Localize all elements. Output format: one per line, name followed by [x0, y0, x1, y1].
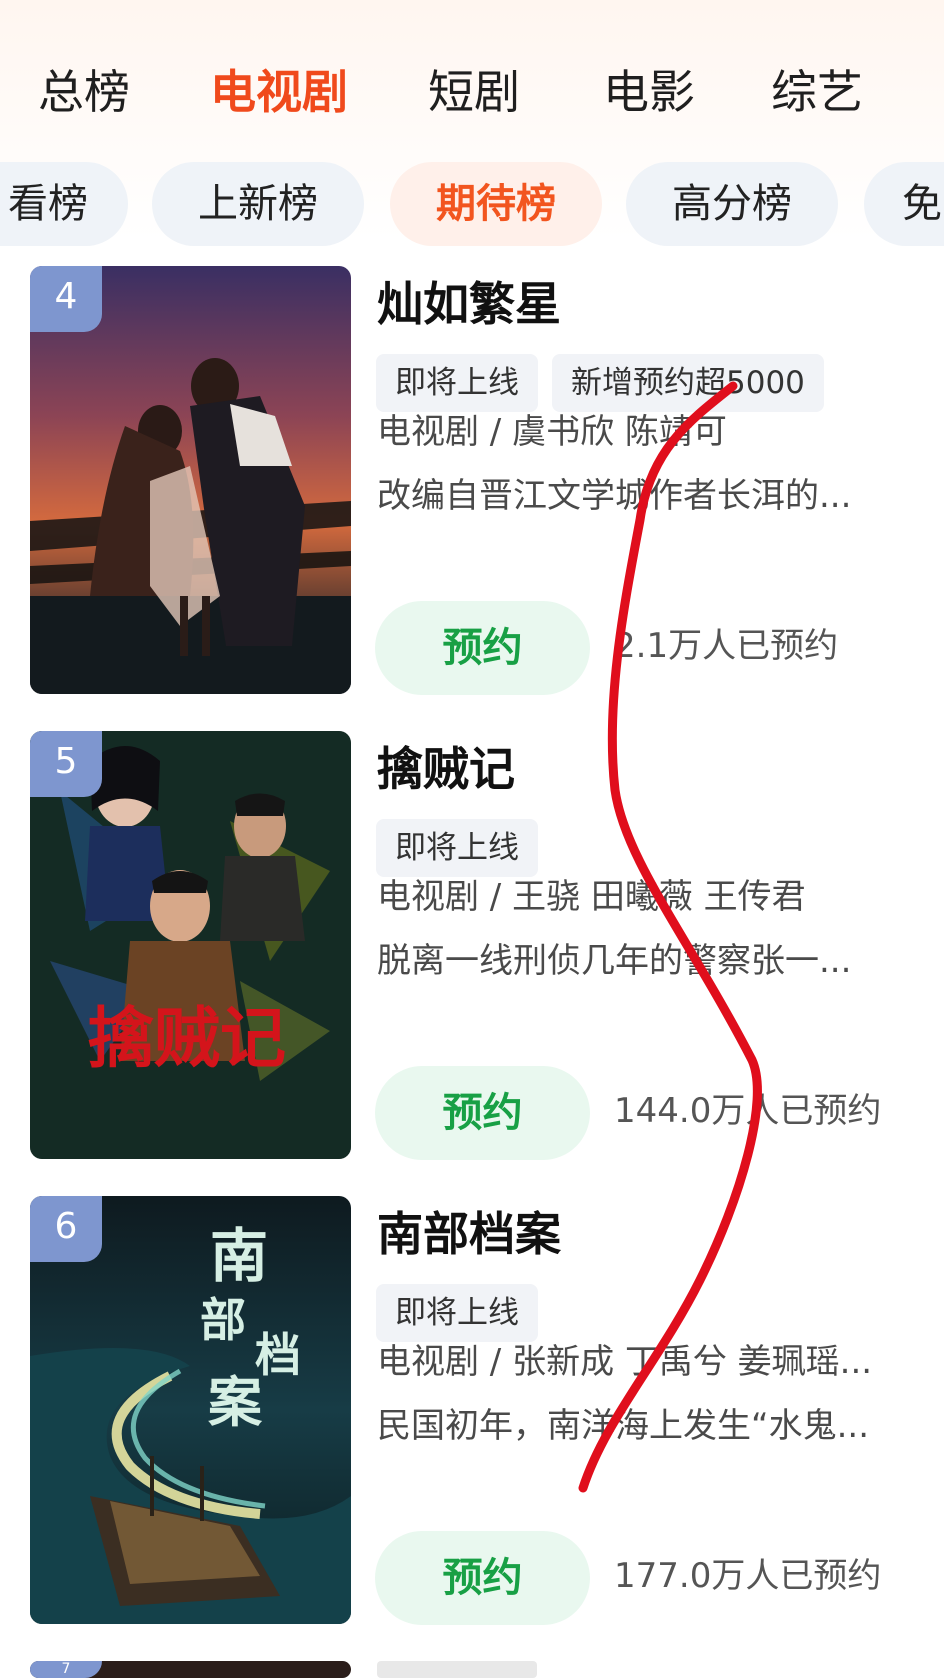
- tab-overall[interactable]: 总榜: [38, 52, 130, 132]
- reserve-button[interactable]: 预约: [375, 601, 590, 695]
- rank-badge: 6: [30, 1196, 102, 1262]
- poster-title-char: 案: [208, 1370, 263, 1434]
- reservation-count: 144.0万人已预约: [614, 1091, 882, 1131]
- tag-list: 即将上线: [376, 819, 552, 877]
- subtab-watch-rank[interactable]: 看榜: [0, 162, 128, 246]
- show-title[interactable]: 南部档案: [377, 1204, 561, 1264]
- poster-image[interactable]: 7: [30, 1661, 351, 1678]
- show-title[interactable]: 灿如繁星: [377, 274, 561, 334]
- tab-tv-series[interactable]: 电视剧: [210, 52, 348, 132]
- reservation-count: 177.0万人已预约: [614, 1556, 882, 1596]
- reservation-trend-tag: 新增预约超5000: [552, 354, 824, 412]
- poster-image[interactable]: 擒贼记 5: [30, 731, 351, 1159]
- tab-variety[interactable]: 综艺: [771, 52, 863, 132]
- tab-movie[interactable]: 电影: [603, 52, 695, 132]
- subtab-anticipated-rank[interactable]: 期待榜: [390, 162, 602, 246]
- list-item[interactable]: 7: [0, 1661, 944, 1678]
- poster-image[interactable]: 南 部 档 案 6: [30, 1196, 351, 1624]
- synopsis: 脱离一线刑侦几年的警察张一...: [377, 941, 852, 981]
- poster-title-mark: 擒贼记: [88, 1000, 286, 1077]
- list-item[interactable]: 南 部 档 案 6 南部档案 即将上线 电视剧 / 张新成 丁禹兮 姜珮瑶...…: [0, 1196, 944, 1626]
- status-tag: 即将上线: [376, 1284, 538, 1342]
- list-item[interactable]: 繁星 4 灿如繁星 即将上线新增预约超5000 电视剧 / 虞书欣 陈靖可 改编…: [0, 266, 944, 696]
- reservation-count: 2.1万人已预约: [614, 626, 839, 666]
- synopsis: 改编自晋江文学城作者长洱的...: [377, 476, 852, 516]
- status-tag: 即将上线: [376, 354, 538, 412]
- reserve-button[interactable]: 预约: [375, 1531, 590, 1625]
- genre-cast: 电视剧 / 王骁 田曦薇 王传君: [377, 877, 806, 917]
- poster-title-char: 南: [210, 1222, 268, 1290]
- genre-cast: 电视剧 / 虞书欣 陈靖可: [377, 412, 727, 452]
- rank-badge: 5: [30, 731, 102, 797]
- tab-short-drama[interactable]: 短剧: [428, 52, 520, 132]
- show-title-partial: [377, 1661, 537, 1678]
- genre-cast: 电视剧 / 张新成 丁禹兮 姜珮瑶...: [377, 1342, 873, 1382]
- subtab-high-score-rank[interactable]: 高分榜: [626, 162, 838, 246]
- rank-badge: 4: [30, 266, 102, 332]
- status-tag: 即将上线: [376, 819, 538, 877]
- tag-list: 即将上线: [376, 1284, 552, 1342]
- subtab-free-rank[interactable]: 免: [864, 162, 944, 246]
- tag-list: 即将上线 新增预约超5000: [376, 354, 838, 412]
- poster-image[interactable]: 繁星 4: [30, 266, 351, 694]
- ranking-subtab-bar: 看榜 上新榜 期待榜 高分榜 免: [0, 162, 944, 246]
- synopsis: 民国初年，南洋海上发生“水鬼...: [377, 1406, 870, 1446]
- rank-badge: 7: [30, 1661, 102, 1678]
- subtab-new-rank[interactable]: 上新榜: [152, 162, 364, 246]
- list-item[interactable]: 擒贼记 5 擒贼记 即将上线 电视剧 / 王骁 田曦薇 王传君 脱离一线刑侦几年…: [0, 731, 944, 1161]
- show-title[interactable]: 擒贼记: [377, 739, 515, 799]
- reserve-button[interactable]: 预约: [375, 1066, 590, 1160]
- poster-title-char: 部: [200, 1293, 246, 1347]
- main-tab-bar: 总榜 电视剧 短剧 电影 综艺: [0, 52, 944, 132]
